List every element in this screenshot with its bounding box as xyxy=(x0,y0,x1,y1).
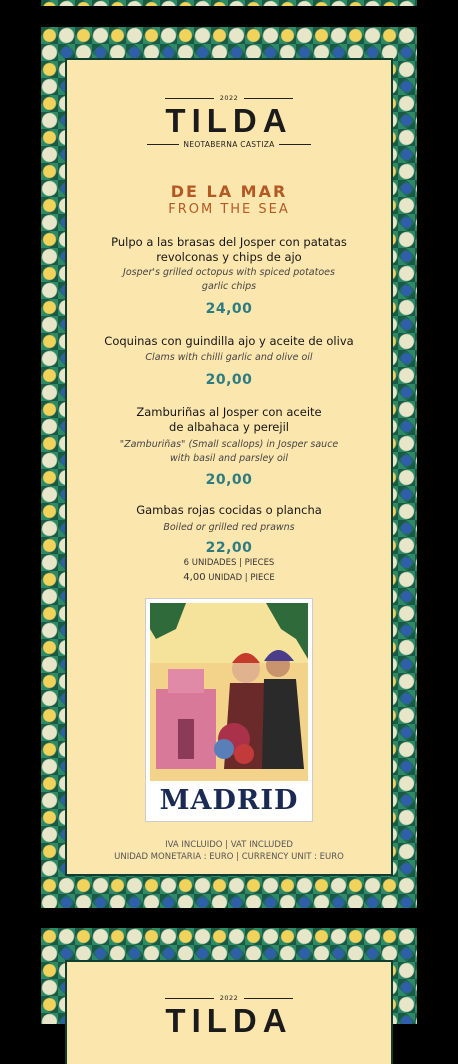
dish-name: revolconas y chips de ajo xyxy=(156,250,302,264)
menu-page: 2022 TILDA NEOTABERNA CASTIZA DE LA MAR … xyxy=(41,27,417,908)
next-year-row: 2022 xyxy=(165,994,294,1002)
footer-vat: IVA INCLUIDO | VAT INCLUDED xyxy=(165,840,293,850)
unit-price: 4,00 xyxy=(183,572,206,583)
poster-title: MADRID xyxy=(159,785,299,816)
dish-translation: "Zamburiñas" (Small scallops) in Josper … xyxy=(119,439,339,450)
section-title-es: DE LA MAR xyxy=(170,182,288,201)
dish-name: de albahaca y perejil xyxy=(169,420,289,434)
next-menu-card: 2022 TILDA xyxy=(67,962,391,1064)
section-title-en: FROM THE SEA xyxy=(168,202,290,217)
dish-name: Zamburiñas al Josper con aceite xyxy=(136,405,322,419)
subtitle-row: NEOTABERNA CASTIZA xyxy=(147,140,312,149)
next-brand-logo: TILDA xyxy=(165,1002,293,1039)
next-year: 2022 xyxy=(219,994,239,1002)
units-note: 6 UNIDADES | PIECES xyxy=(183,558,275,568)
year: 2022 xyxy=(219,94,239,102)
subtitle: NEOTABERNA CASTIZA xyxy=(183,140,275,149)
footer-currency: UNIDAD MONETARIA : EURO | CURRENCY UNIT … xyxy=(114,852,344,862)
dish-translation: Josper's grilled octopus with spiced pot… xyxy=(123,267,335,278)
dish-translation: Clams with chilli garlic and olive oil xyxy=(145,352,313,363)
madrid-poster: MADRID xyxy=(146,599,312,821)
dish-price: 24,00 xyxy=(205,301,253,317)
dish-price: 20,00 xyxy=(205,472,253,488)
dish-translation: Boiled or grilled red prawns xyxy=(163,522,295,533)
dish-price: 22,00 xyxy=(205,540,253,556)
dish-name: Coquinas con guindilla ajo y aceite de o… xyxy=(104,334,354,348)
dish-translation: garlic chips xyxy=(201,281,257,292)
dish-name: Pulpo a las brasas del Josper con patata… xyxy=(111,235,347,249)
dish-price: 20,00 xyxy=(205,372,253,388)
unit-price-label: UNIDAD | PIECE xyxy=(208,573,275,583)
menu-card: 2022 TILDA NEOTABERNA CASTIZA DE LA MAR … xyxy=(67,60,391,874)
brand-logo: TILDA xyxy=(165,102,293,139)
unit-price-note: 4,00 UNIDAD | PIECE xyxy=(67,572,391,583)
dish-translation: with basil and parsley oil xyxy=(169,453,289,464)
next-menu-page: 2022 TILDA xyxy=(41,928,417,1064)
previous-page-frame xyxy=(41,0,417,6)
dish-name: Gambas rojas cocidas o plancha xyxy=(136,503,322,517)
year-row: 2022 xyxy=(165,94,294,102)
